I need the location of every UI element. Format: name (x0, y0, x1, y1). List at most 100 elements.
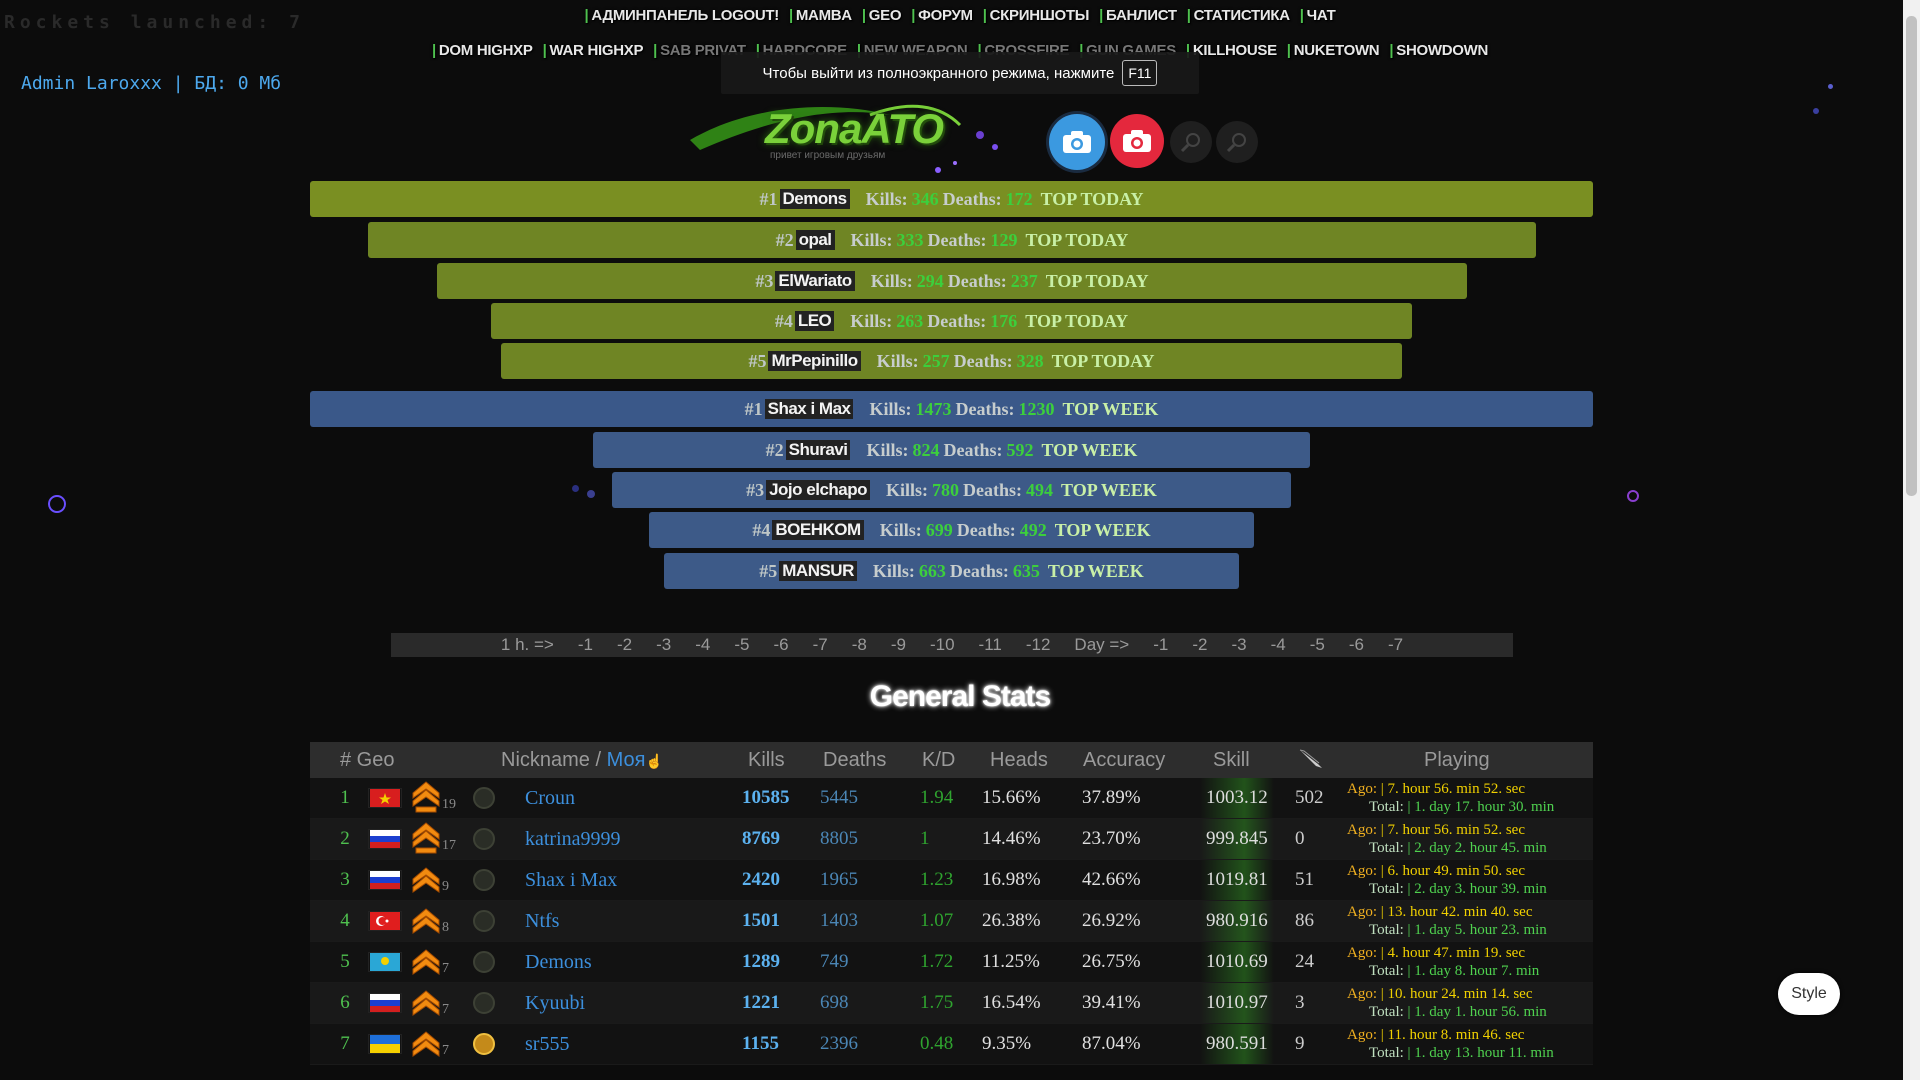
top_today-bar[interactable]: #1 Demons Kills: 346 Deaths: 172 TOP TODAY (310, 181, 1593, 217)
menu-item-server[interactable]: NUKETOWN (1287, 42, 1380, 59)
top-player-name[interactable]: Shuravi (785, 440, 851, 460)
player-name-link[interactable]: Kyuubi (525, 983, 585, 1023)
knife-icon[interactable] (1298, 748, 1324, 776)
time-nav-link[interactable]: -7 (1376, 635, 1415, 655)
menu-item-main[interactable]: АДМИНПАНЕЛЬ LOGOUT! (584, 7, 779, 24)
header-kd[interactable]: K/D (922, 749, 955, 772)
knife-kills-value: 502 (1295, 787, 1324, 808)
player-name-link[interactable]: sr555 (525, 1024, 569, 1064)
top-player-name[interactable]: MANSUR (779, 561, 857, 581)
zoom-out-button[interactable] (1216, 121, 1258, 163)
menu-item-main[interactable]: GEO (862, 7, 902, 24)
time-nav-link[interactable]: -3 (644, 635, 683, 655)
top-player-name[interactable]: opal (795, 230, 835, 250)
top-player-name[interactable]: BOEHKOM (772, 520, 864, 540)
header-num-geo[interactable]: # Geo (340, 749, 394, 772)
top-player-name[interactable]: ElWariato (775, 271, 855, 291)
screenshot-camera-red-button[interactable] (1110, 114, 1164, 168)
header-my-link[interactable]: Моя (607, 749, 646, 771)
zoom-in-button[interactable] (1170, 121, 1212, 163)
screenshot-camera-button[interactable] (1049, 114, 1105, 170)
top_today-bar[interactable]: #4 LEO Kills: 263 Deaths: 176 TOP TODAY (491, 303, 1412, 339)
table-row[interactable]: 2 17 katrina9999 8769 8805 1 14.46% 23.70% 999.8… (310, 819, 1593, 860)
time-nav-link[interactable]: -11 (967, 635, 1014, 655)
top_today-bar[interactable]: #2 opal Kills: 333 Deaths: 129 TOP TODAY (368, 222, 1536, 258)
header-nickname-label: Nickname / (501, 748, 607, 771)
time-nav-link[interactable]: -2 (1180, 635, 1219, 655)
skill-value: 1003.12 (1200, 778, 1274, 818)
table-row[interactable]: 7 7 sr555 1155 2396 0.48 9.35% 87.04% 980.591 9 Ag… (310, 1024, 1593, 1065)
header-deaths[interactable]: Deaths (823, 749, 886, 772)
kd-value: 1 (920, 828, 930, 849)
menu-item-server[interactable]: KILLHOUSE (1186, 42, 1277, 59)
menu-item-server[interactable]: WAR HIGHXP (543, 42, 643, 59)
header-kills[interactable]: Kills (748, 749, 785, 772)
time-nav-link[interactable]: -8 (840, 635, 879, 655)
time-nav-link[interactable]: -5 (1298, 635, 1337, 655)
table-row[interactable]: 6 7 Kyuubi 1221 698 1.75 16.54% 39.41% 1010.97 3 A… (310, 983, 1593, 1024)
top-player-name[interactable]: Shax i Max (764, 399, 854, 419)
top_today-bar[interactable]: #3 ElWariato Kills: 294 Deaths: 237 TOP TODAY (437, 263, 1467, 299)
site-logo[interactable]: ZonaATO привет игровым друзьям (690, 95, 1030, 175)
heads-value: 11.25% (982, 951, 1040, 972)
header-skill[interactable]: Skill (1213, 749, 1250, 772)
ago-label: Ago: (1347, 986, 1377, 1002)
menu-item-main[interactable]: ФОРУМ (911, 7, 973, 24)
time-nav-link[interactable]: -12 (1014, 635, 1063, 655)
deaths-label: Deaths: (943, 439, 1003, 460)
time-nav-link[interactable]: -6 (761, 635, 800, 655)
menu-item-main[interactable]: СКРИНШОТЫ (983, 7, 1090, 24)
table-row[interactable]: 4 8 Ntfs 1501 1403 1.07 26.38% 26.92% 980.916 86 A… (310, 901, 1593, 942)
top-player-name[interactable]: LEO (794, 311, 835, 331)
time-nav-link[interactable]: -9 (879, 635, 918, 655)
menu-item-main[interactable]: СТАТИСТИКА (1187, 7, 1290, 24)
player-name-link[interactable]: Demons (525, 942, 592, 982)
time-nav-link[interactable]: 1 h. => (489, 635, 566, 655)
header-nickname[interactable]: Nickname / Моя☝ (501, 749, 663, 772)
time-nav-link[interactable]: -5 (722, 635, 761, 655)
row-number: 6 (340, 992, 350, 1013)
top-player-name[interactable]: Demons (779, 189, 850, 209)
time-nav-link[interactable]: -1 (1141, 635, 1180, 655)
time-nav-link[interactable]: -10 (918, 635, 967, 655)
time-nav-link[interactable]: -2 (605, 635, 644, 655)
menu-item-main[interactable]: БАНЛИСТ (1099, 7, 1177, 24)
player-name-link[interactable]: Croun (525, 778, 575, 818)
player-name-link[interactable]: Ntfs (525, 901, 559, 941)
table-row[interactable]: 3 9 Shax i Max 2420 1965 1.23 16.98% 42.66% 1019… (310, 860, 1593, 901)
top-player-name[interactable]: MrPepinillo (768, 351, 861, 371)
menu-item-server[interactable]: SHOWDOWN (1389, 42, 1488, 59)
time-nav-link[interactable]: -3 (1219, 635, 1258, 655)
menu-item-server[interactable]: DOM HIGHXP (432, 42, 533, 59)
table-row[interactable]: 1 19 Croun 10585 5445 1.94 15.66% 37.89% 1003.12… (310, 778, 1593, 819)
playing-ago: Ago: | 4. hour 47. min 19. sec (1347, 945, 1525, 961)
time-nav-link[interactable]: Day => (1062, 635, 1141, 655)
header-heads[interactable]: Heads (990, 749, 1048, 772)
table-row[interactable]: 5 7 Demons 1289 749 1.72 11.25% 26.75% 1010.69 24… (310, 942, 1593, 983)
menu-item-main[interactable]: ЧАТ (1300, 7, 1336, 24)
header-playing[interactable]: Playing (1424, 749, 1490, 772)
top_week-bar[interactable]: #3 Jojo elchapo Kills: 780 Deaths: 494 TOP WEE… (612, 472, 1291, 508)
top_week-bar[interactable]: #1 Shax i Max Kills: 1473 Deaths: 1230 TOP WEE… (310, 391, 1593, 427)
top_today-bar[interactable]: #5 MrPepinillo Kills: 257 Deaths: 328 TOP TODA… (501, 343, 1402, 379)
time-nav-link[interactable]: -4 (683, 635, 722, 655)
rank-chevron-icon (412, 1031, 440, 1057)
total-label: Total: (1369, 963, 1404, 979)
time-nav-link[interactable]: -7 (801, 635, 840, 655)
top-tag: TOP TODAY (1045, 270, 1149, 291)
page-scrollbar[interactable] (1903, 0, 1920, 1080)
player-name-link[interactable]: katrina9999 (525, 819, 621, 859)
top_week-bar[interactable]: #4 BOEHKOM Kills: 699 Deaths: 492 TOP WEEK (649, 512, 1254, 548)
knife-kills-value: 9 (1295, 1033, 1305, 1054)
top_week-bar[interactable]: #5 MANSUR Kills: 663 Deaths: 635 TOP WEEK (664, 553, 1239, 589)
top_week-bar[interactable]: #2 Shuravi Kills: 824 Deaths: 592 TOP WEEK (593, 432, 1310, 468)
top-player-name[interactable]: Jojo elchapo (766, 480, 871, 500)
player-name-link[interactable]: Shax i Max (525, 860, 617, 900)
menu-item-main[interactable]: MAMBA (789, 7, 852, 24)
header-accuracy[interactable]: Accuracy (1083, 749, 1165, 772)
scrollbar-thumb[interactable] (1906, 16, 1917, 496)
time-nav-link[interactable]: -6 (1337, 635, 1376, 655)
style-button[interactable]: Style (1778, 973, 1840, 1015)
time-nav-link[interactable]: -4 (1259, 635, 1298, 655)
time-nav-link[interactable]: -1 (566, 635, 605, 655)
